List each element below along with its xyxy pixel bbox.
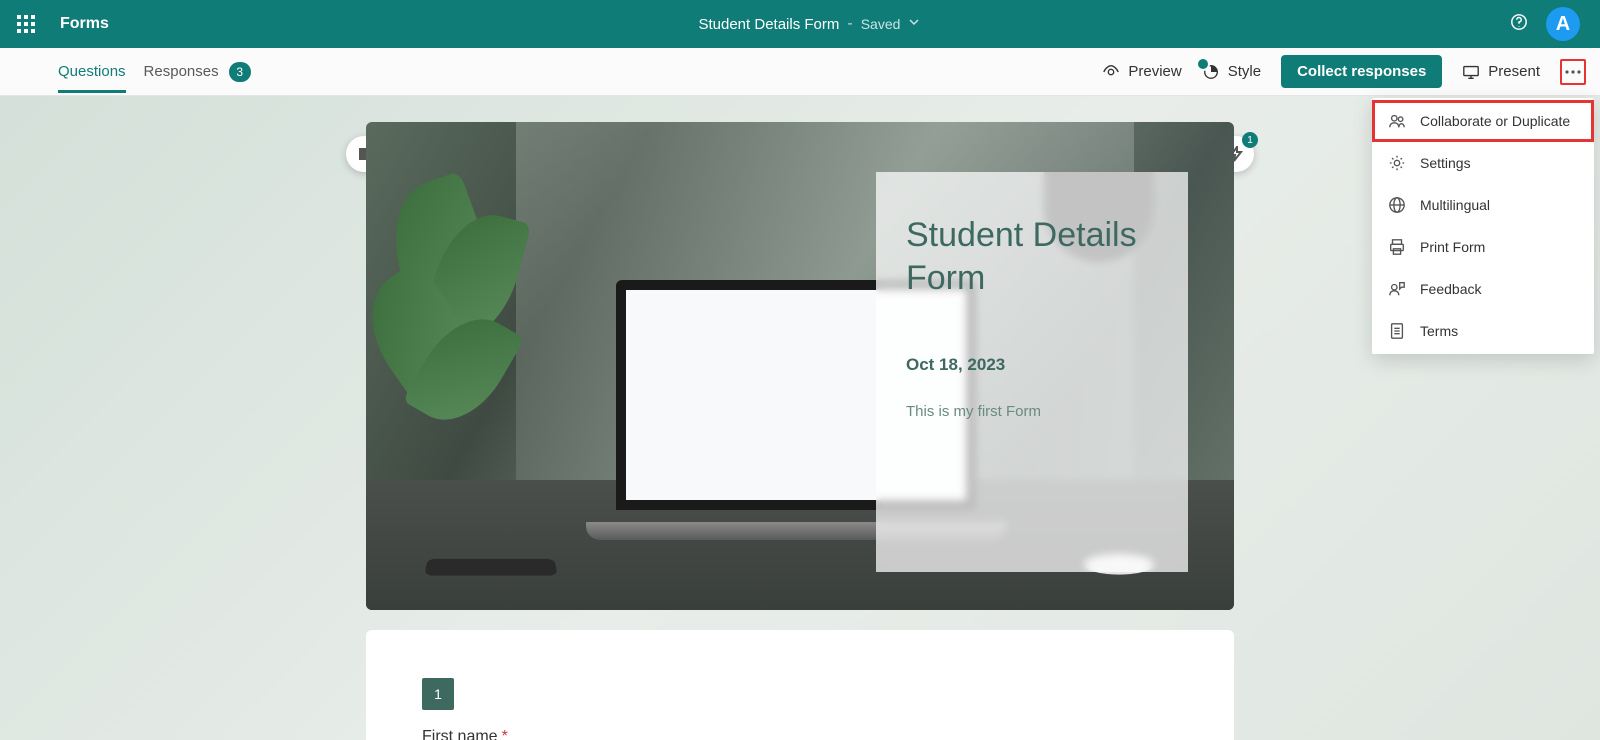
canvas-area: 1 <box>0 96 1600 740</box>
form-canvas: 1 <box>366 122 1234 740</box>
help-icon[interactable] <box>1510 13 1528 36</box>
form-title[interactable]: Student Details Form <box>698 16 839 33</box>
app-name[interactable]: Forms <box>60 15 109 33</box>
chevron-down-icon[interactable] <box>908 15 920 33</box>
preview-label: Preview <box>1128 63 1181 80</box>
menu-label: Print Form <box>1420 239 1485 255</box>
command-right: Preview Style Collect responses Present <box>1102 55 1586 88</box>
top-right: A <box>1510 7 1580 41</box>
present-label: Present <box>1488 63 1540 80</box>
tab-questions[interactable]: Questions <box>58 51 126 92</box>
menu-label: Settings <box>1420 155 1471 171</box>
menu-multilingual[interactable]: Multilingual <box>1372 184 1594 226</box>
document-icon <box>1388 322 1406 340</box>
printer-icon <box>1388 238 1406 256</box>
command-bar: Questions Responses 3 Preview Style Coll… <box>0 48 1600 96</box>
present-button[interactable]: Present <box>1462 63 1540 81</box>
hero-title: Student Details Form <box>906 214 1158 299</box>
tab-label: Responses <box>144 63 219 80</box>
menu-label: Feedback <box>1420 281 1481 297</box>
tabs: Questions Responses 3 <box>58 50 251 94</box>
hero-wrap: 1 <box>366 122 1234 610</box>
menu-label: Terms <box>1420 323 1458 339</box>
menu-feedback[interactable]: Feedback <box>1372 268 1594 310</box>
menu-label: Multilingual <box>1420 197 1490 213</box>
menu-collaborate-duplicate[interactable]: Collaborate or Duplicate <box>1372 100 1594 142</box>
save-status: Saved <box>861 16 901 32</box>
gear-icon <box>1388 154 1406 172</box>
style-label: Style <box>1228 63 1261 80</box>
title-separator: - <box>847 15 852 33</box>
collect-responses-button[interactable]: Collect responses <box>1281 55 1442 88</box>
tab-responses[interactable]: Responses 3 <box>144 50 251 94</box>
menu-label: Collaborate or Duplicate <box>1420 113 1570 129</box>
globe-icon <box>1388 196 1406 214</box>
people-icon <box>1388 112 1406 130</box>
question-label: First name * <box>422 728 1178 740</box>
more-options-button[interactable] <box>1560 59 1586 85</box>
menu-print-form[interactable]: Print Form <box>1372 226 1594 268</box>
top-bar: Forms Student Details Form - Saved A <box>0 0 1600 48</box>
hero-image[interactable]: Student Details Form Oct 18, 2023 This i… <box>366 122 1234 610</box>
hero-date: Oct 18, 2023 <box>906 355 1158 375</box>
menu-settings[interactable]: Settings <box>1372 142 1594 184</box>
required-mark: * <box>502 728 508 740</box>
style-button[interactable]: Style <box>1202 63 1261 81</box>
style-badge-icon <box>1196 57 1210 71</box>
hero-card[interactable]: Student Details Form Oct 18, 2023 This i… <box>876 172 1188 572</box>
responses-badge: 3 <box>229 62 251 82</box>
avatar-initial: A <box>1556 13 1570 36</box>
suggestions-badge: 1 <box>1242 132 1258 148</box>
hero-description: This is my first Form <box>906 403 1158 420</box>
feedback-icon <box>1388 280 1406 298</box>
tab-label: Questions <box>58 63 126 80</box>
app-launcher-icon[interactable] <box>10 8 42 40</box>
menu-terms[interactable]: Terms <box>1372 310 1594 352</box>
header-center: Student Details Form - Saved <box>109 15 1510 33</box>
more-options-menu: Collaborate or Duplicate Settings Multil… <box>1372 98 1594 354</box>
question-card[interactable]: 1 First name * <box>366 630 1234 740</box>
question-number: 1 <box>422 678 454 710</box>
preview-button[interactable]: Preview <box>1102 63 1181 81</box>
question-text: First name <box>422 728 498 740</box>
user-avatar[interactable]: A <box>1546 7 1580 41</box>
